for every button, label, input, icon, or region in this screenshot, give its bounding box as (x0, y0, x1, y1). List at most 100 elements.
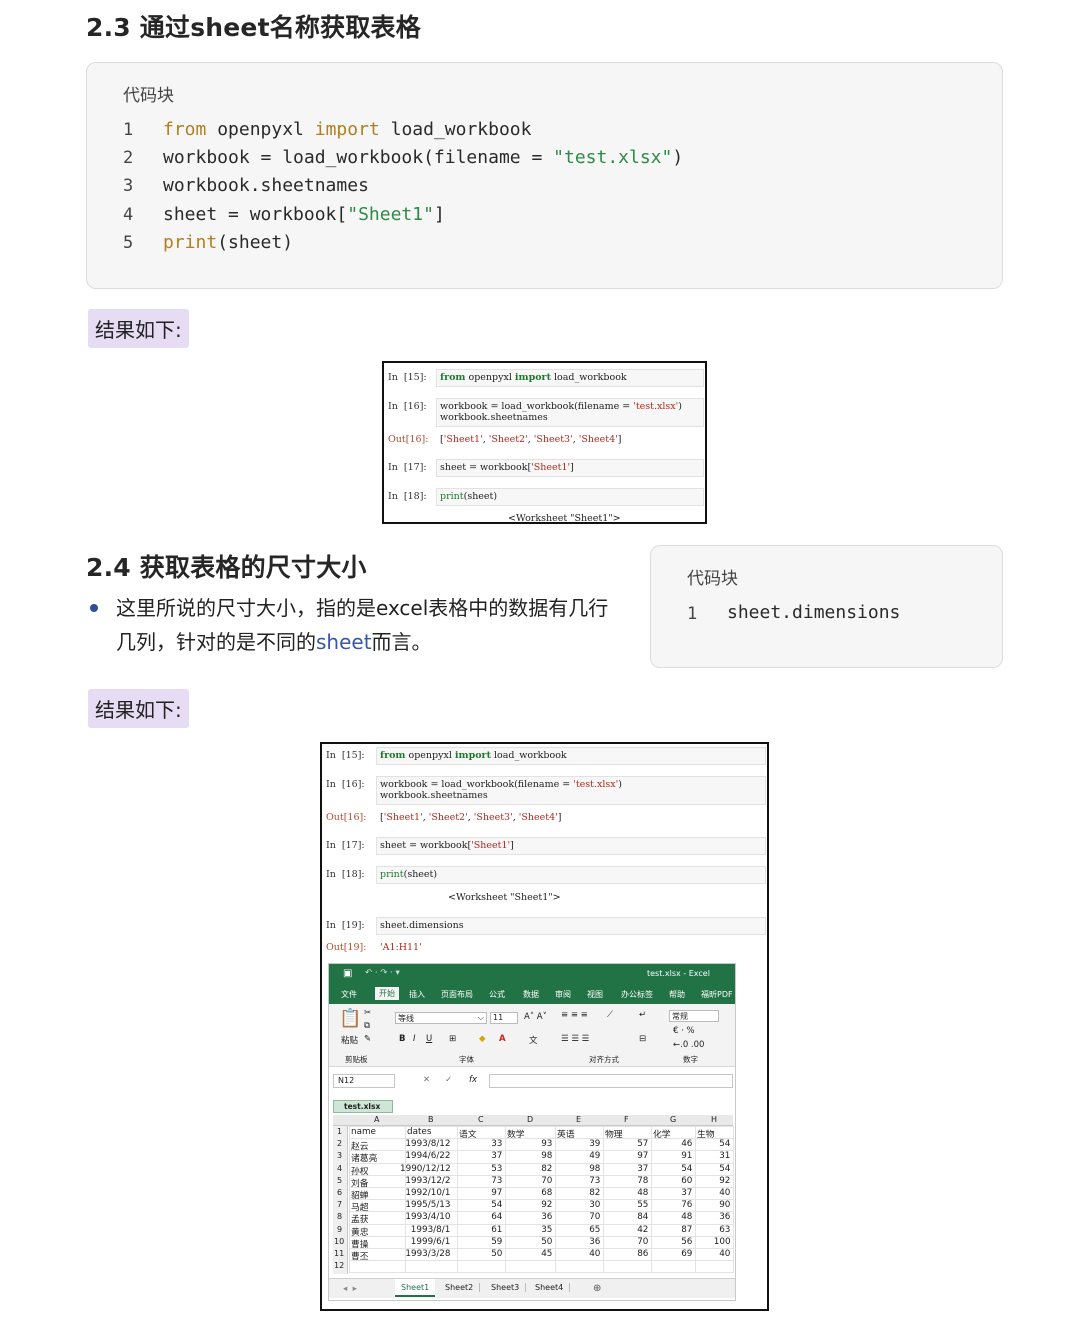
ribbon-tab[interactable]: 帮助 (669, 989, 685, 1000)
ribbon-tab[interactable]: 办公标签 (621, 989, 653, 1000)
data-cell[interactable]: 33 (491, 1139, 502, 1149)
data-cell[interactable]: 54 (719, 1139, 730, 1149)
data-cell[interactable]: 93 (541, 1139, 552, 1149)
data-cell[interactable]: 45 (541, 1249, 552, 1259)
data-cell[interactable]: 50 (491, 1249, 502, 1259)
ribbon-tab[interactable]: 数据 (523, 989, 539, 1000)
orientation-icon[interactable]: ⟋ (607, 1010, 613, 1020)
data-cell[interactable]: 78 (637, 1176, 648, 1186)
ribbon-tab[interactable]: 公式 (489, 989, 505, 1000)
row-number[interactable]: 12 (334, 1261, 344, 1270)
ribbon-tab[interactable]: 审阅 (555, 989, 571, 1000)
data-cell[interactable]: 马超 (351, 1200, 369, 1213)
ribbon-tab[interactable]: 福昕PDF (701, 989, 733, 1000)
ribbon-tab[interactable]: 视图 (587, 989, 603, 1000)
copy-icon[interactable]: ⧉ (364, 1021, 370, 1031)
data-cell[interactable]: 1995/5/13 (405, 1200, 450, 1210)
font-name-select[interactable]: 等线 ⌵ (395, 1012, 487, 1024)
row-number[interactable]: 11 (334, 1249, 344, 1258)
sheet-grid[interactable]: A B C D E F G H 1 2 3 4 5 6 7 8 9 10 11 12 name dates 语文 数学 英语 物理… (333, 1115, 734, 1275)
ribbon-tab[interactable]: 插入 (409, 989, 425, 1000)
font-size-select[interactable]: 11 (490, 1012, 518, 1024)
add-sheet-icon[interactable]: ⊕ (593, 1283, 601, 1294)
data-cell[interactable]: 1993/3/28 (405, 1249, 450, 1259)
header-cell[interactable]: 英语 (557, 1127, 575, 1140)
align-top-icon[interactable]: ≡ ≡ ≡ (561, 1010, 588, 1020)
data-cell[interactable]: 50 (541, 1237, 552, 1247)
data-cell[interactable]: 48 (637, 1188, 648, 1198)
header-cell[interactable]: 生物 (697, 1127, 715, 1140)
data-cell[interactable]: 1999/6/1 (411, 1237, 451, 1247)
data-cell[interactable]: 貂蝉 (351, 1188, 369, 1201)
name-box[interactable]: N12 (333, 1074, 395, 1088)
data-cell[interactable]: 92 (541, 1200, 552, 1210)
data-cell[interactable]: 54 (719, 1164, 730, 1174)
confirm-icon[interactable]: ✓ (445, 1075, 452, 1085)
decimal-icon[interactable]: ←.0 .00 (673, 1040, 704, 1050)
sheet-tab[interactable]: Sheet1 (395, 1279, 436, 1297)
phonetic-icon[interactable]: 文 (529, 1034, 538, 1046)
data-cell[interactable]: 1993/8/12 (405, 1139, 450, 1149)
font-color-icon[interactable]: A (499, 1034, 506, 1044)
header-cell[interactable]: name (351, 1127, 376, 1137)
data-cell[interactable]: 36 (719, 1212, 730, 1222)
data-cell[interactable]: 1994/6/22 (405, 1151, 450, 1161)
column-letter[interactable]: F (624, 1115, 629, 1124)
data-cell[interactable]: 37 (681, 1188, 692, 1198)
merge-icon[interactable]: ⊟ (639, 1034, 646, 1044)
data-cell[interactable]: 70 (589, 1212, 600, 1222)
data-cell[interactable]: 30 (589, 1200, 600, 1210)
data-cell[interactable]: 63 (719, 1225, 730, 1235)
row-number[interactable]: 6 (337, 1188, 342, 1197)
data-cell[interactable]: 57 (637, 1139, 648, 1149)
data-cell[interactable]: 1990/12/12 (400, 1164, 451, 1174)
data-cell[interactable]: 54 (491, 1200, 502, 1210)
data-cell[interactable]: 98 (589, 1164, 600, 1174)
scroll-left-icon[interactable]: ◂ ▸ (343, 1284, 357, 1294)
bold-button[interactable]: B (399, 1034, 405, 1044)
data-cell[interactable]: 69 (681, 1249, 692, 1259)
number-format-select[interactable]: 常规 (669, 1010, 719, 1022)
data-cell[interactable]: 曹丕 (351, 1249, 369, 1262)
data-cell[interactable]: 97 (637, 1151, 648, 1161)
data-cell[interactable]: 37 (637, 1164, 648, 1174)
data-cell[interactable]: 86 (637, 1249, 648, 1259)
data-cell[interactable]: 黄忠 (351, 1225, 369, 1238)
data-cell[interactable]: 赵云 (351, 1139, 369, 1152)
data-cell[interactable]: 53 (491, 1164, 502, 1174)
data-cell[interactable]: 36 (541, 1212, 552, 1222)
wrap-text-icon[interactable]: ↵ (639, 1010, 646, 1020)
ribbon-tab[interactable]: 页面布局 (441, 989, 473, 1000)
align-left-icon[interactable]: ☰ ☰ ☰ (561, 1034, 589, 1044)
sheet-tab[interactable]: Sheet4 (529, 1283, 571, 1292)
data-cell[interactable]: 1993/12/2 (405, 1176, 450, 1186)
data-cell[interactable]: 60 (681, 1176, 692, 1186)
column-letter[interactable]: G (670, 1115, 676, 1124)
row-number[interactable]: 1 (337, 1127, 342, 1136)
ribbon-tab[interactable]: 开始 (375, 987, 399, 1000)
font-grow-icon[interactable]: A˄ A˅ (524, 1012, 547, 1022)
header-cell[interactable]: 数学 (507, 1127, 525, 1140)
data-cell[interactable]: 48 (681, 1212, 692, 1222)
cut-icon[interactable]: ✂ (364, 1008, 371, 1018)
data-cell[interactable]: 97 (491, 1188, 502, 1198)
data-cell[interactable]: 1993/4/10 (405, 1212, 450, 1222)
column-letter[interactable]: B (428, 1115, 434, 1124)
data-cell[interactable]: 82 (541, 1164, 552, 1174)
paste-icon[interactable]: 📋 (339, 1008, 361, 1029)
row-number[interactable]: 10 (334, 1237, 344, 1246)
data-cell[interactable]: 42 (637, 1225, 648, 1235)
underline-button[interactable]: U (426, 1034, 432, 1044)
function-icon[interactable]: fx (469, 1075, 477, 1085)
data-cell[interactable]: 诸葛亮 (351, 1151, 377, 1164)
formula-input[interactable] (489, 1074, 733, 1088)
data-cell[interactable]: 65 (589, 1225, 600, 1235)
row-number[interactable]: 9 (337, 1225, 342, 1234)
data-cell[interactable]: 36 (589, 1237, 600, 1247)
undo-icon[interactable]: ↶ · ↷ · ▾ (365, 968, 400, 978)
data-cell[interactable]: 37 (491, 1151, 502, 1161)
data-cell[interactable]: 49 (589, 1151, 600, 1161)
format-painter-icon[interactable]: ✎ (364, 1034, 371, 1044)
data-cell[interactable]: 40 (719, 1249, 730, 1259)
column-letter[interactable]: D (527, 1115, 533, 1124)
